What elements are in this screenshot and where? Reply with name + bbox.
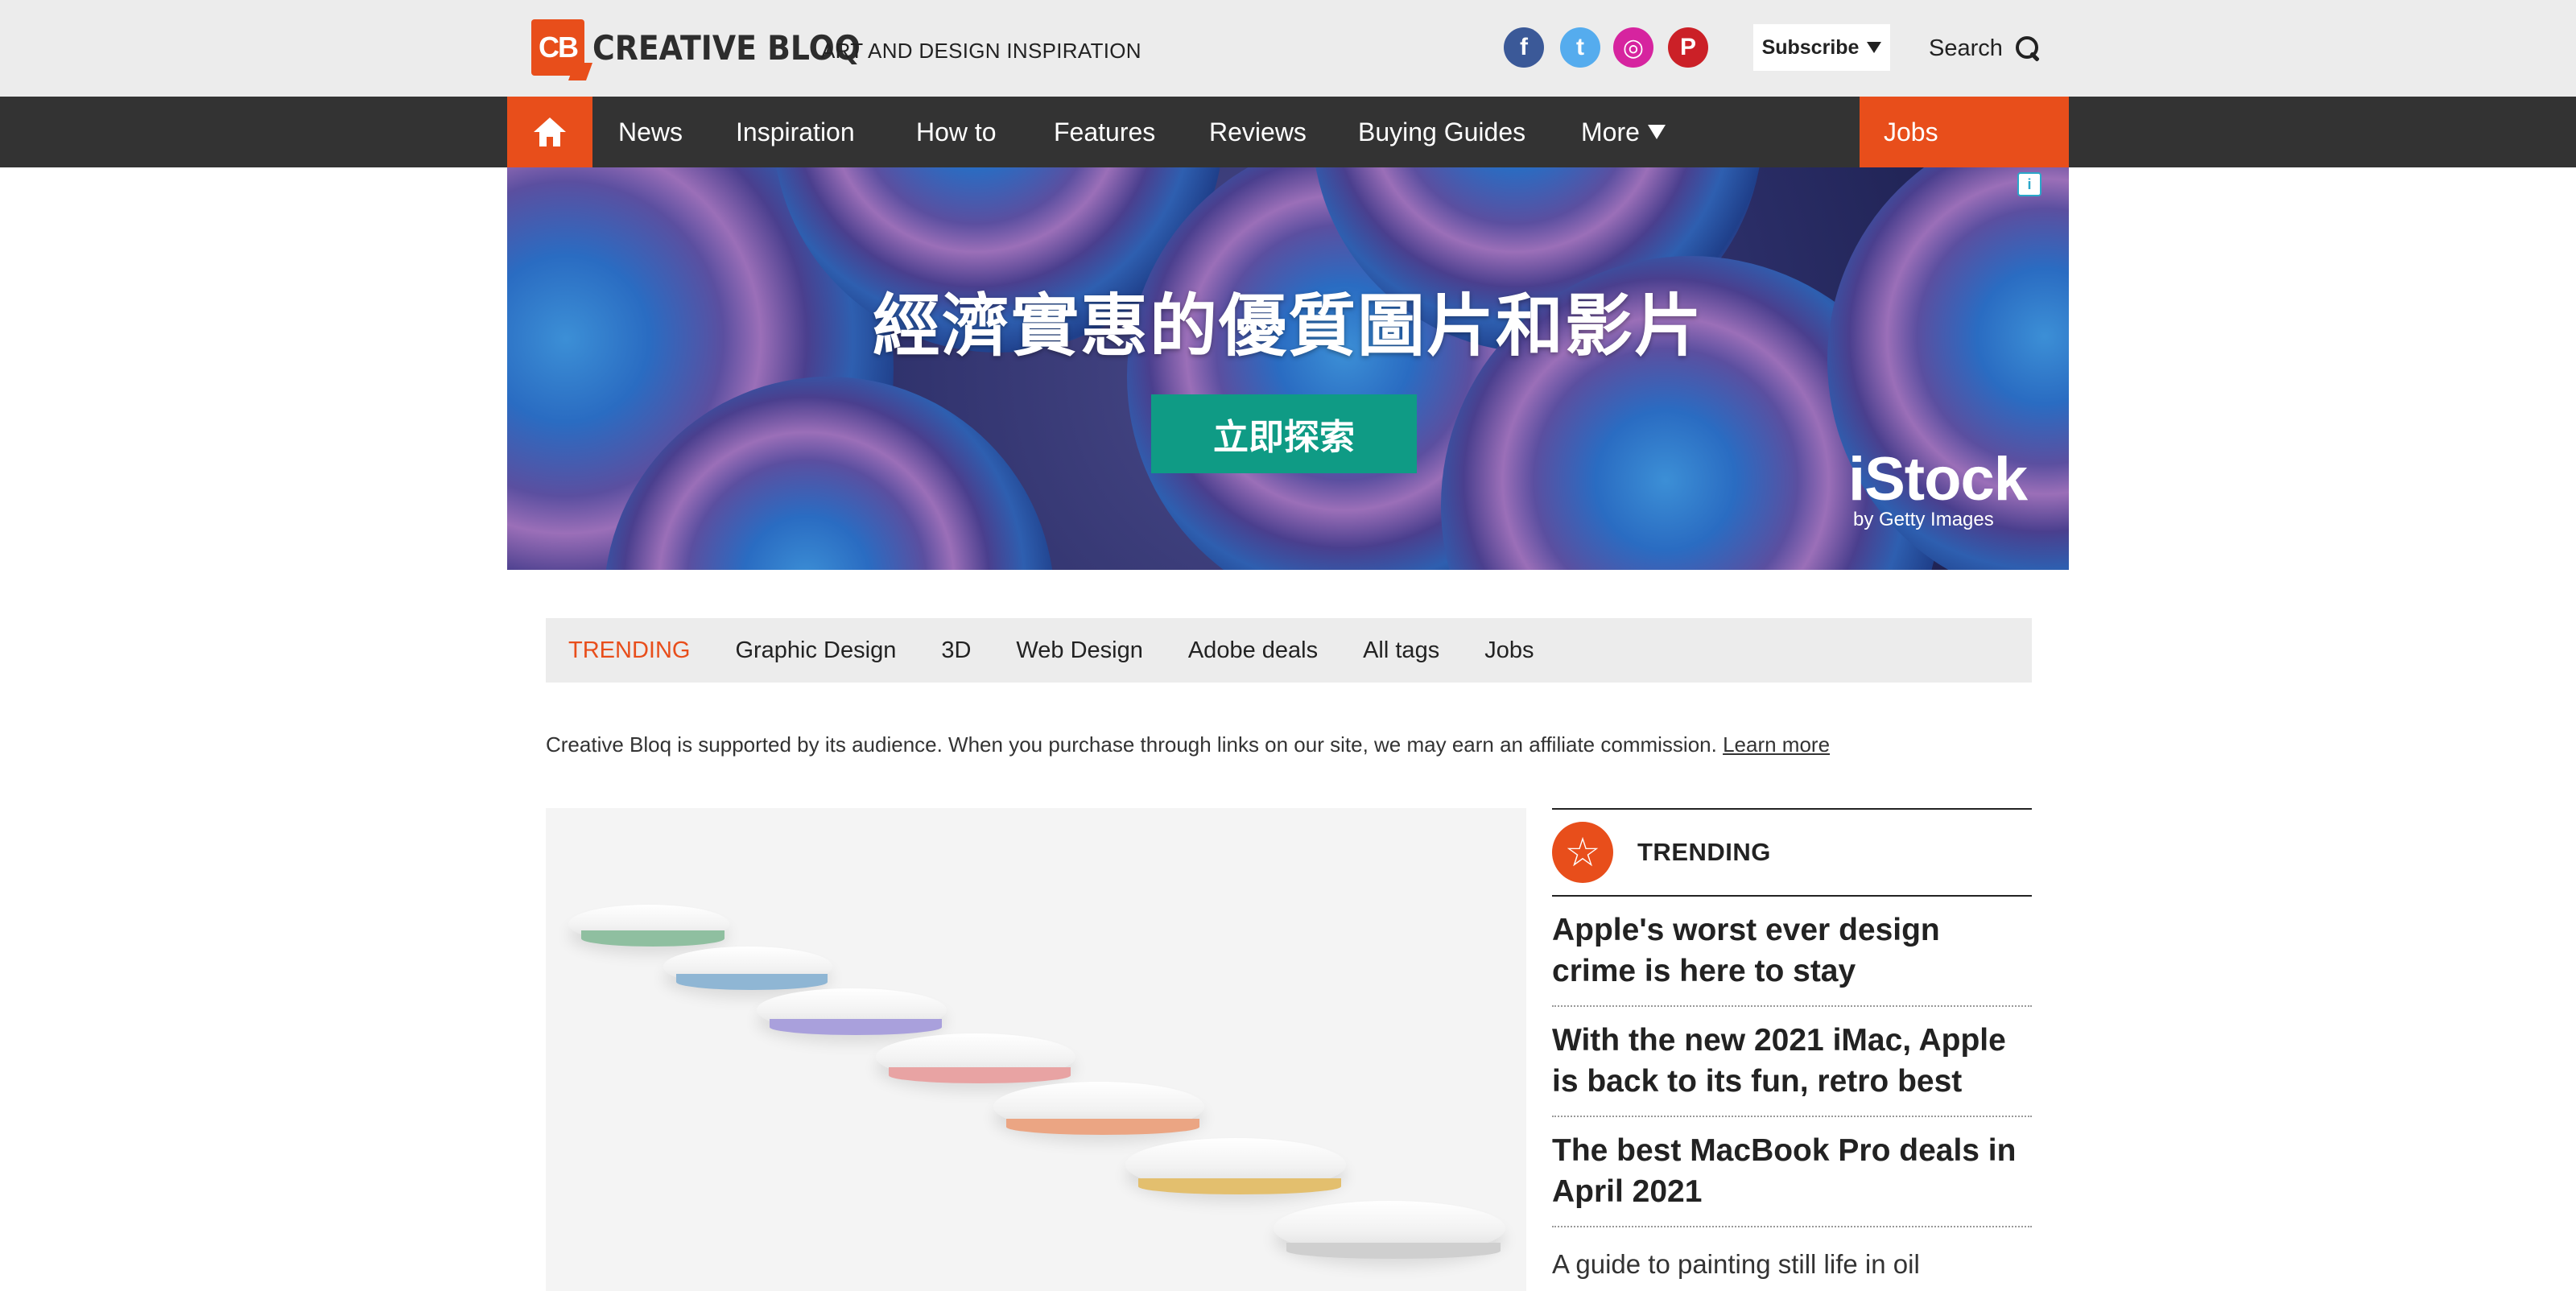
search-button[interactable]: Search	[1929, 31, 2041, 66]
tag-web-design[interactable]: Web Design	[1016, 637, 1142, 664]
nav-item-buying-guides[interactable]: Buying Guides	[1358, 97, 1525, 167]
tag-jobs[interactable]: Jobs	[1484, 637, 1534, 664]
nav-item-inspiration[interactable]: Inspiration	[736, 97, 855, 167]
nav-item-features[interactable]: Features	[1054, 97, 1155, 167]
tag-adobe-deals[interactable]: Adobe deals	[1188, 637, 1318, 664]
mouse-image	[757, 988, 947, 1035]
facebook-icon[interactable]: f	[1504, 27, 1544, 68]
mouse-image	[663, 947, 832, 990]
trending-header: ☆ TRENDING	[1552, 808, 2032, 897]
mouse-image	[568, 905, 729, 947]
home-icon	[534, 118, 566, 146]
logo-mark: CB	[531, 19, 584, 76]
affiliate-disclaimer: Creative Bloq is supported by its audien…	[546, 732, 1830, 757]
caret-down-icon	[1647, 125, 1666, 139]
ad-info-icon[interactable]: i	[2017, 172, 2041, 196]
pinterest-icon[interactable]: P	[1668, 27, 1708, 68]
tags-trending-label: TRENDING	[568, 637, 691, 663]
subscribe-label: Subscribe	[1761, 35, 1860, 59]
mouse-image	[1125, 1138, 1346, 1194]
learn-more-link[interactable]: Learn more	[1723, 732, 1830, 757]
ad-headline: 經濟實惠的優質圖片和影片	[872, 287, 1703, 365]
affiliate-text: Creative Bloq is supported by its audien…	[546, 732, 1717, 757]
nav-jobs-button[interactable]: Jobs	[1860, 97, 2069, 167]
tag-3d[interactable]: 3D	[941, 637, 971, 664]
search-icon	[2014, 35, 2041, 62]
logo-text: CREATIVE BLOQ	[592, 27, 861, 68]
nav-item-more[interactable]: More	[1581, 97, 1666, 167]
mouse-image	[1274, 1201, 1505, 1259]
mouse-image	[993, 1082, 1204, 1135]
subscribe-button[interactable]: Subscribe	[1753, 24, 1890, 71]
ad-banner[interactable]: 經濟實惠的優質圖片和影片 立即探索 iStock by Getty Images…	[507, 167, 2069, 570]
nav-more-label: More	[1581, 117, 1640, 146]
tag-graphic-design[interactable]: Graphic Design	[735, 637, 896, 664]
nav-item-news[interactable]: News	[618, 97, 683, 167]
trending-tags-bar: TRENDING Graphic Design 3D Web Design Ad…	[546, 618, 2032, 683]
trending-article[interactable]: Apple's worst ever design crime is here …	[1552, 897, 2032, 1007]
twitter-icon[interactable]: t	[1560, 27, 1600, 68]
ad-brand-sub: by Getty Images	[1853, 509, 1994, 530]
trending-article[interactable]: With the new 2021 iMac, Apple is back to…	[1552, 1007, 2032, 1117]
mouse-image	[876, 1033, 1075, 1083]
home-button[interactable]	[507, 97, 592, 167]
search-label: Search	[1929, 35, 2003, 61]
main-nav: News Inspiration How to Features Reviews…	[0, 97, 2576, 167]
trending-article[interactable]: A guide to painting still life in oil	[1552, 1227, 2032, 1291]
instagram-icon[interactable]: ◎	[1613, 27, 1653, 68]
hero-image[interactable]	[546, 808, 1526, 1291]
trending-article[interactable]: The best MacBook Pro deals in April 2021	[1552, 1117, 2032, 1227]
trending-sidebar: ☆ TRENDING Apple's worst ever design cri…	[1552, 808, 2032, 1291]
tag-all-tags[interactable]: All tags	[1363, 637, 1439, 664]
ad-brand-logo: iStock	[1848, 445, 2028, 514]
trending-title: TRENDING	[1637, 838, 1771, 866]
star-icon: ☆	[1552, 822, 1613, 883]
nav-item-how-to[interactable]: How to	[916, 97, 997, 167]
ad-cta-button[interactable]: 立即探索	[1151, 394, 1417, 473]
caret-down-icon	[1867, 42, 1882, 53]
site-tagline: ART AND DESIGN INSPIRATION	[821, 39, 1141, 63]
nav-item-reviews[interactable]: Reviews	[1209, 97, 1307, 167]
site-header: CB CREATIVE BLOQ ART AND DESIGN INSPIRAT…	[0, 0, 2576, 97]
